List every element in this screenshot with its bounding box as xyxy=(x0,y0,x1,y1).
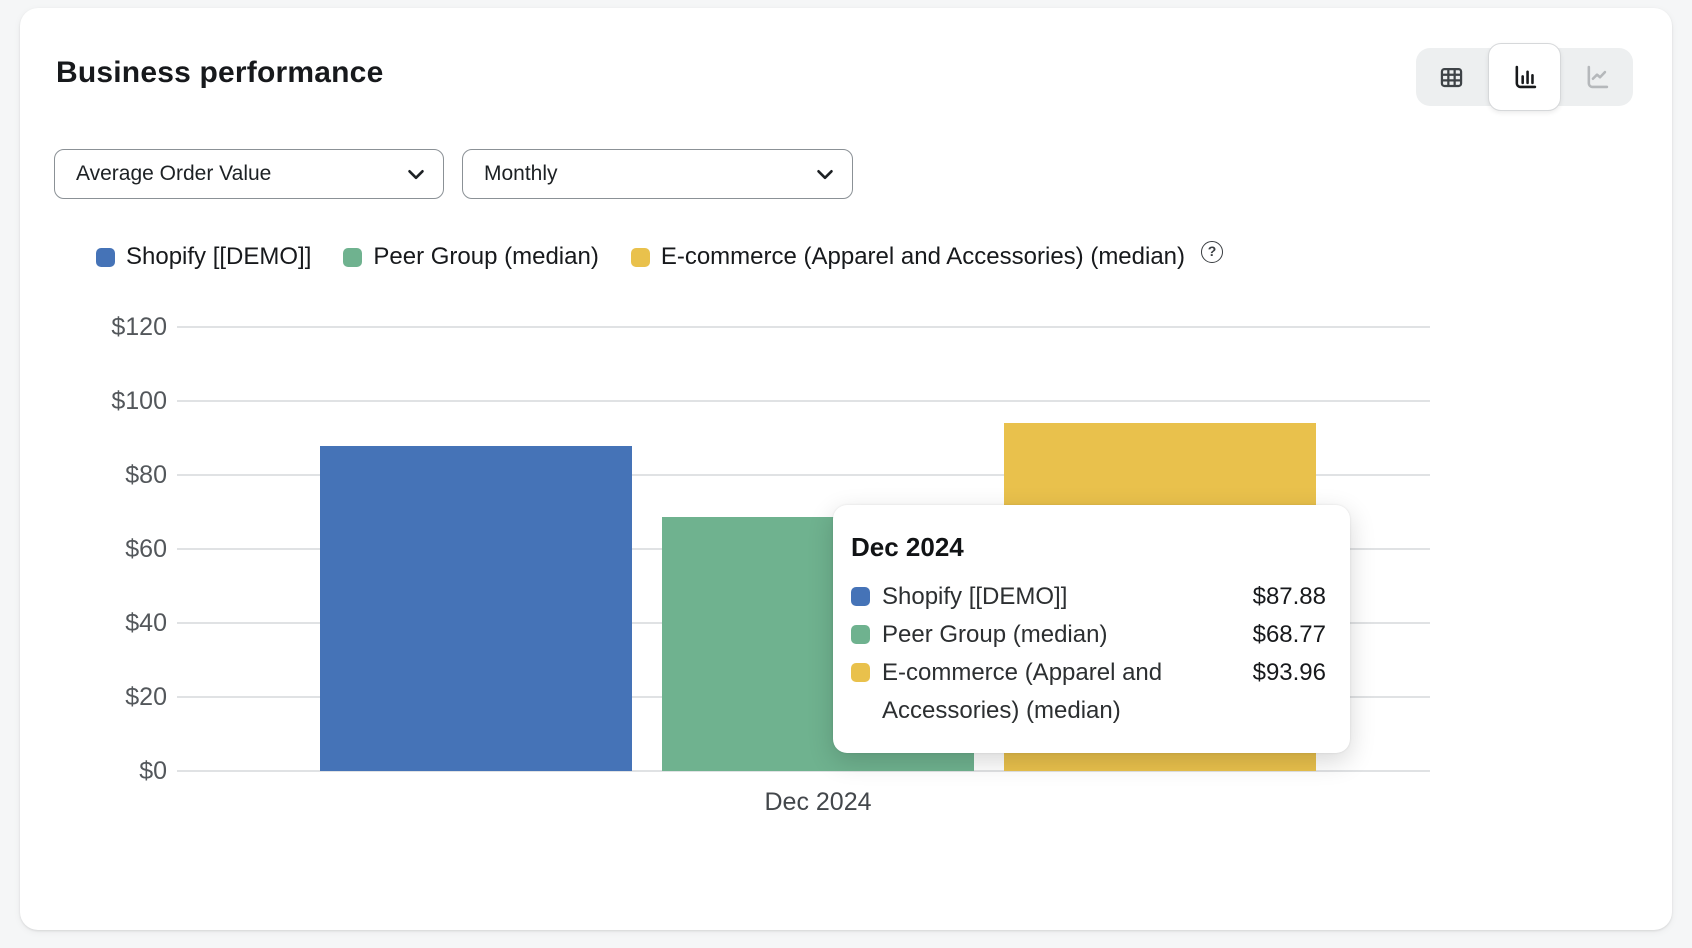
gridline xyxy=(177,326,1430,328)
legend-item-peer-group-median[interactable]: Peer Group (median) xyxy=(343,243,598,271)
tooltip-value: $93.96 xyxy=(1253,654,1326,692)
chevron-down-icon xyxy=(812,161,838,187)
view-toggle-group xyxy=(1416,48,1633,106)
legend-label: Peer Group (median) xyxy=(373,243,598,271)
y-axis-tick-label: $120 xyxy=(57,312,167,342)
tooltip-label: Shopify [[DEMO]] xyxy=(882,578,1212,616)
tooltip-swatch xyxy=(851,587,870,606)
y-axis-tick-label: $0 xyxy=(57,756,167,786)
help-icon[interactable]: ? xyxy=(1201,241,1223,263)
x-axis-label: Dec 2024 xyxy=(764,788,871,817)
legend-item-e-commerce-apparel-and-accessories-median[interactable]: E-commerce (Apparel and Accessories) (me… xyxy=(631,243,1185,271)
legend-label: E-commerce (Apparel and Accessories) (me… xyxy=(661,243,1185,271)
tooltip-swatch xyxy=(851,625,870,644)
page-title: Business performance xyxy=(56,56,383,90)
tooltip-title: Dec 2024 xyxy=(851,532,1326,563)
y-axis-tick-label: $80 xyxy=(57,460,167,490)
bar-shopify-demo[interactable] xyxy=(320,446,632,771)
tooltip-row: Peer Group (median) $68.77 xyxy=(851,616,1326,654)
legend-swatch xyxy=(631,248,650,267)
y-axis-tick-label: $20 xyxy=(57,682,167,712)
gridline xyxy=(177,400,1430,402)
granularity-select-value: Monthly xyxy=(484,162,558,186)
metric-select-value: Average Order Value xyxy=(76,162,271,186)
table-view-button[interactable] xyxy=(1416,48,1488,106)
legend-item-shopify-demo[interactable]: Shopify [[DEMO]] xyxy=(96,243,311,271)
line-chart-view-button[interactable] xyxy=(1561,48,1633,106)
legend-label: Shopify [[DEMO]] xyxy=(126,243,311,271)
metric-select[interactable]: Average Order Value xyxy=(54,149,444,199)
tooltip-value: $87.88 xyxy=(1253,578,1326,616)
tooltip-row: E-commerce (Apparel and Accessories) (me… xyxy=(851,654,1326,730)
chart-legend: Shopify [[DEMO]] Peer Group (median) E-com… xyxy=(96,239,1223,275)
tooltip-value: $68.77 xyxy=(1253,616,1326,654)
line-chart-icon xyxy=(1583,63,1611,91)
tooltip-rows: Shopify [[DEMO]]$87.88Peer Group (median… xyxy=(851,578,1326,730)
y-axis-tick-label: $40 xyxy=(57,608,167,638)
granularity-select[interactable]: Monthly xyxy=(462,149,853,199)
y-axis-tick-label: $100 xyxy=(57,386,167,416)
chart-tooltip: Dec 2024 Shopify [[DEMO]]$87.88Peer Grou… xyxy=(833,505,1350,753)
tooltip-swatch xyxy=(851,663,870,682)
legend-swatch xyxy=(343,248,362,267)
legend-swatch xyxy=(96,248,115,267)
tooltip-row: Shopify [[DEMO]] $87.88 xyxy=(851,578,1326,616)
tooltip-label: Peer Group (median) xyxy=(882,616,1212,654)
bar-chart-icon xyxy=(1511,63,1539,91)
business-performance-card: Business performance xyxy=(20,8,1672,930)
chevron-down-icon xyxy=(403,161,429,187)
bar-chart-view-button[interactable] xyxy=(1488,43,1562,111)
tooltip-label: E-commerce (Apparel and Accessories) (me… xyxy=(882,654,1212,730)
table-icon xyxy=(1438,64,1465,91)
y-axis-tick-label: $60 xyxy=(57,534,167,564)
